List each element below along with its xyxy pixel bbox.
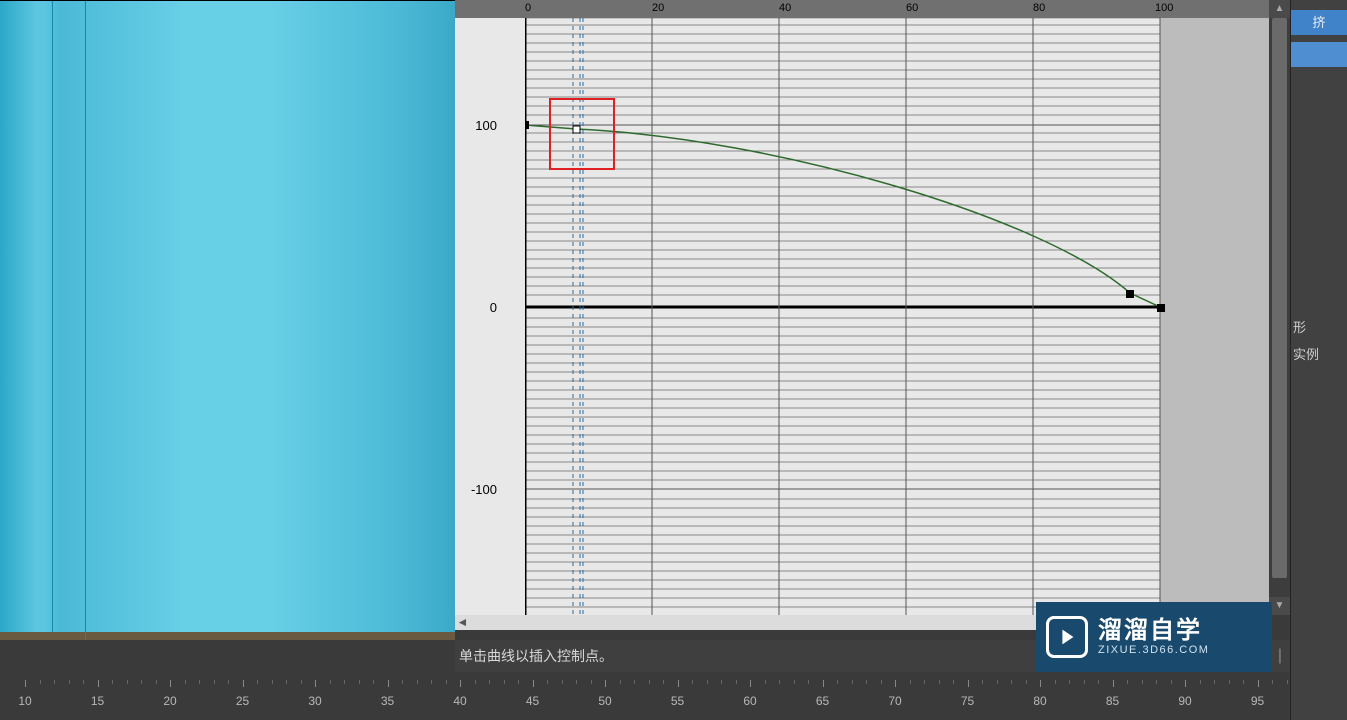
- timeline-label: 40: [453, 694, 466, 708]
- watermark-logo: 溜溜自学 ZIXUE.3D66.COM: [1036, 602, 1272, 672]
- panel-item-shape[interactable]: 形: [1291, 318, 1347, 338]
- timeline-label: 70: [888, 694, 901, 708]
- status-hint-text: 单击曲线以插入控制点。: [455, 646, 1041, 666]
- timeline-label: 25: [236, 694, 249, 708]
- scroll-left-arrow-icon[interactable]: ◄: [455, 615, 470, 630]
- play-icon: [1046, 616, 1088, 658]
- timeline-label: 30: [308, 694, 321, 708]
- timeline-label: 55: [671, 694, 684, 708]
- timeline-label: 80: [1033, 694, 1046, 708]
- timeline-label: 15: [91, 694, 104, 708]
- timeline-label: 50: [598, 694, 611, 708]
- y-label-100: 100: [455, 118, 500, 133]
- scroll-down-arrow-icon[interactable]: ▼: [1269, 597, 1290, 615]
- panel-title[interactable]: 挤: [1291, 10, 1347, 35]
- timeline-label: 10: [18, 694, 31, 708]
- timeline-label: 85: [1106, 694, 1119, 708]
- curve-h-ruler[interactable]: 0 20 40 60 80 100: [455, 0, 1290, 18]
- timeline-label: 65: [816, 694, 829, 708]
- timeline-label: 90: [1178, 694, 1191, 708]
- watermark-en: ZIXUE.3D66.COM: [1098, 644, 1209, 657]
- timeline-label: 45: [526, 694, 539, 708]
- curve-editor-panel: 0 20 40 60 80 100 100 0 -100 []: [455, 0, 1290, 640]
- ruler-tick-100: 100: [1155, 2, 1173, 14]
- timeline-label: 75: [961, 694, 974, 708]
- viewport-floor: [0, 632, 455, 640]
- curve-plot[interactable]: []: [525, 18, 1269, 615]
- ruler-tick-20: 20: [652, 2, 664, 14]
- ruler-tick-80: 80: [1033, 2, 1045, 14]
- timeline-ruler[interactable]: 10 15 20 25 30 35 40 45 50 55 60 65 70 75 80 85 90 95: [0, 672, 1290, 720]
- ruler-tick-40: 40: [779, 2, 791, 14]
- timeline-label: 60: [743, 694, 756, 708]
- timeline-label: 35: [381, 694, 394, 708]
- y-label-0: 0: [455, 300, 500, 315]
- timeline-label: 20: [163, 694, 176, 708]
- ruler-tick-60: 60: [906, 2, 918, 14]
- curve-graph-area[interactable]: 100 0 -100 []: [455, 18, 1269, 615]
- panel-item-instance[interactable]: 实例: [1291, 345, 1347, 365]
- curve-svg: []: [525, 18, 1269, 615]
- timeline-label: 95: [1251, 694, 1264, 708]
- properties-panel: 挤 形 实例: [1290, 0, 1347, 720]
- scroll-up-arrow-icon[interactable]: ▲: [1269, 0, 1290, 18]
- curve-v-scrollbar[interactable]: ▲ ▼: [1269, 0, 1290, 615]
- y-label-n100: -100: [455, 482, 500, 497]
- viewport-3d[interactable]: [0, 0, 455, 640]
- panel-selected-row[interactable]: [1291, 42, 1347, 67]
- watermark-cn: 溜溜自学: [1098, 617, 1209, 645]
- timeline-ticks: 10 15 20 25 30 35 40 45 50 55 60 65 70 75 80 85 90 95: [0, 680, 1290, 720]
- scroll-thumb[interactable]: [1272, 18, 1287, 578]
- ruler-tick-0: 0: [525, 2, 531, 14]
